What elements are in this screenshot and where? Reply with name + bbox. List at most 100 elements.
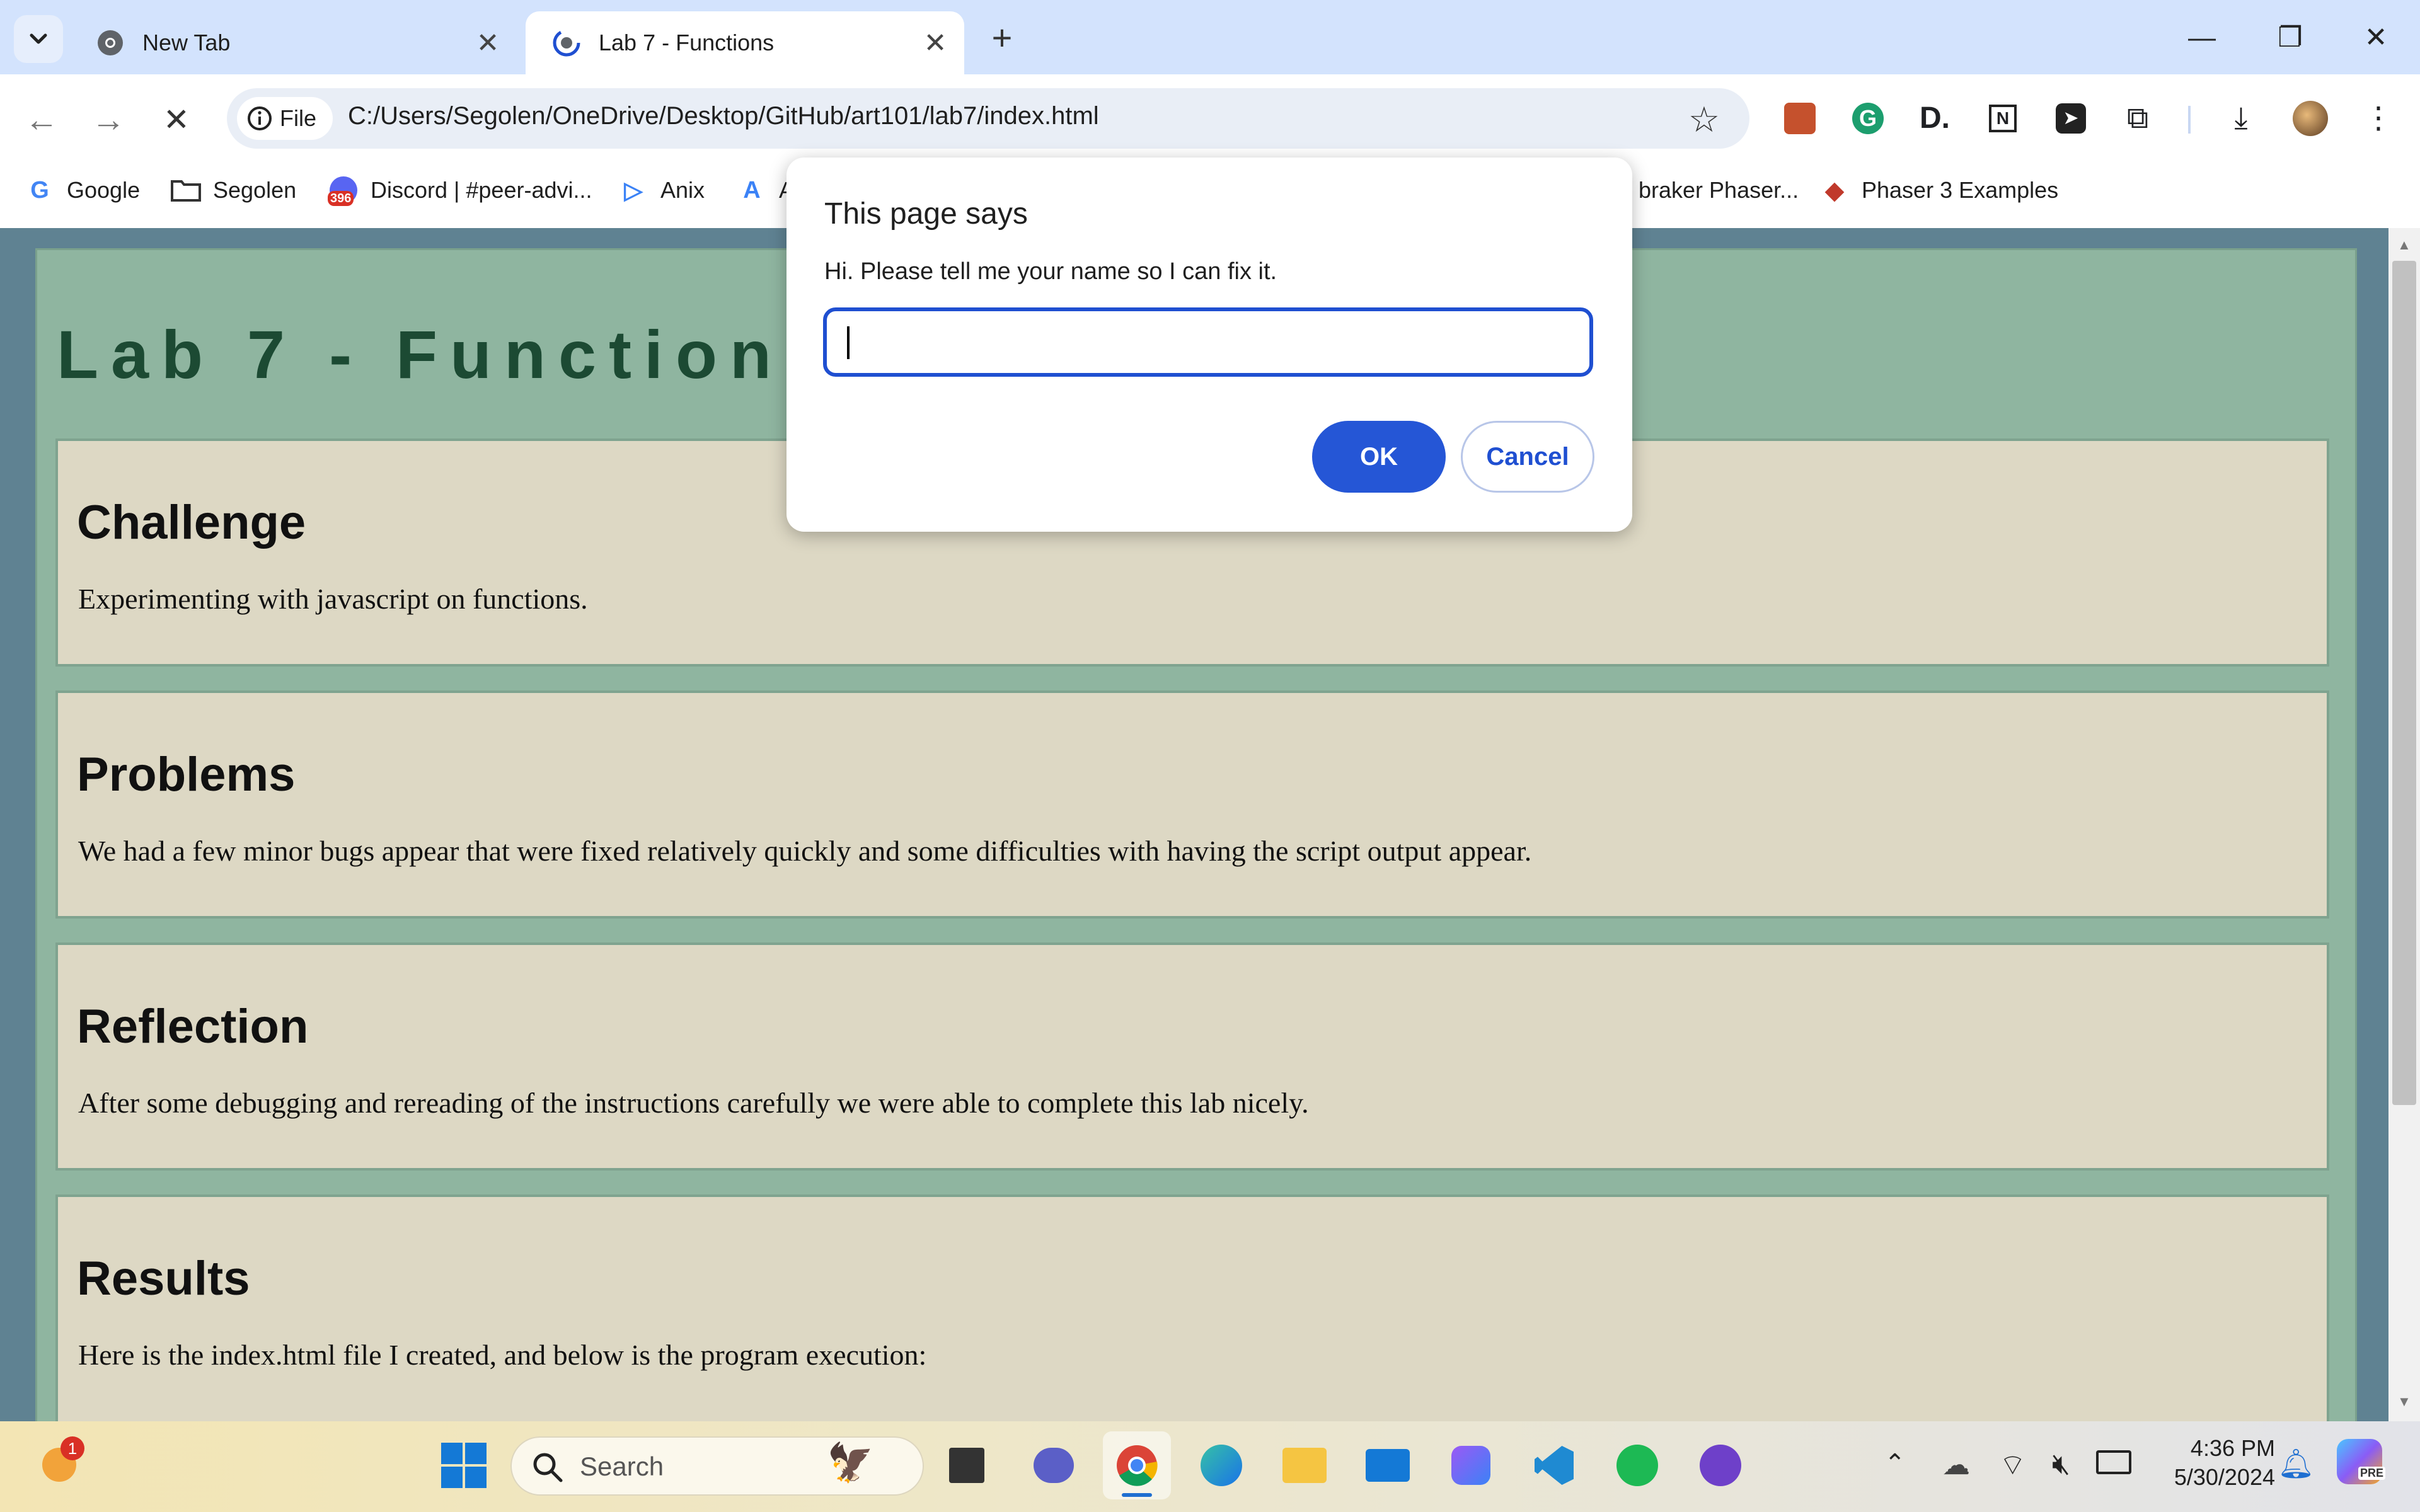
weather-widget[interactable]: 1 — [25, 1431, 93, 1499]
vscode-button[interactable] — [1520, 1431, 1588, 1499]
copilot-app-button[interactable] — [1437, 1431, 1505, 1499]
spotify-button[interactable] — [1603, 1431, 1671, 1499]
google-icon: G — [30, 176, 49, 203]
close-tab-icon[interactable]: ✕ — [469, 27, 507, 59]
stop-loading-button[interactable]: ✕ — [151, 94, 202, 145]
close-tab-icon[interactable]: ✕ — [916, 27, 954, 59]
github-icon — [1700, 1445, 1741, 1486]
section-text: Experimenting with javascript on functio… — [78, 583, 588, 615]
bookmark-label: Phaser 3 Examples — [1862, 177, 2059, 203]
profile-avatar[interactable] — [2290, 98, 2331, 139]
scroll-down-arrow[interactable]: ▼ — [2397, 1394, 2411, 1410]
info-icon — [248, 106, 272, 130]
notification-bell-icon[interactable]: 🔔︎ — [2278, 1446, 2314, 1481]
battery-icon[interactable] — [2096, 1450, 2131, 1474]
vscode-icon — [1535, 1446, 1574, 1485]
windows-logo-icon — [441, 1443, 487, 1488]
text-caret — [847, 326, 850, 359]
grammarly-icon[interactable]: G — [1848, 98, 1888, 139]
bookmark-breaker-phaser[interactable]: braker Phaser... — [1639, 171, 1799, 209]
menu-kebab-icon[interactable]: ⋮ — [2358, 98, 2399, 139]
a-app-icon: A — [743, 176, 761, 203]
clock-date[interactable]: 5/30/2024 — [2136, 1464, 2275, 1491]
volume-muted-icon[interactable]: 🔇︎ — [2052, 1446, 2070, 1482]
name-input[interactable] — [823, 307, 1593, 377]
close-window-button[interactable]: ✕ — [2332, 13, 2420, 63]
bookmark-anix[interactable]: ▷ Anix — [618, 171, 705, 209]
copilot-button[interactable]: PRE — [2337, 1439, 2386, 1484]
toolbar-divider — [2188, 106, 2191, 134]
site-info-chip[interactable]: File — [237, 97, 333, 140]
bookmark-label: Anix — [660, 177, 705, 203]
bookmark-label: Discord | #peer-advi... — [371, 177, 592, 203]
bookmark-a[interactable]: A A — [736, 171, 794, 209]
back-button[interactable]: ← — [16, 94, 67, 145]
taskbar-search[interactable]: Search 🦅 — [510, 1436, 924, 1496]
bookmark-label: braker Phaser... — [1639, 177, 1799, 203]
notification-badge: 396 — [328, 191, 354, 206]
file-explorer-button[interactable] — [1270, 1431, 1339, 1499]
section-text: After some debugging and rereading of th… — [78, 1087, 1309, 1119]
bookmark-google[interactable]: G Google — [24, 171, 140, 209]
extension-red-icon[interactable] — [1780, 98, 1820, 139]
hexagon-app-icon — [1451, 1446, 1490, 1485]
page-loading-icon — [553, 29, 580, 57]
url-text[interactable]: C:/Users/Segolen/OneDrive/Desktop/GitHub… — [348, 102, 1099, 130]
edge-taskbar-button[interactable] — [1187, 1431, 1255, 1499]
active-indicator — [1122, 1493, 1152, 1497]
forward-button[interactable]: → — [83, 94, 134, 145]
download-icon[interactable]: ⤓ — [2221, 98, 2261, 139]
bookmark-phaser3-examples[interactable]: ◆ Phaser 3 Examples — [1819, 171, 2058, 209]
onedrive-error-icon[interactable]: ☁ — [1942, 1449, 1970, 1481]
section-text: Here is the index.html file I created, a… — [78, 1339, 927, 1371]
minimize-button[interactable]: — — [2158, 13, 2246, 63]
chrome-taskbar-button[interactable] — [1103, 1431, 1171, 1499]
github-desktop-button[interactable] — [1686, 1431, 1754, 1499]
notion-icon[interactable]: N — [1983, 98, 2023, 139]
scheme-label: File — [280, 105, 317, 131]
tab-new-tab[interactable]: New Tab ✕ — [69, 11, 517, 74]
section-results: Results Here is the index.html file I cr… — [55, 1194, 2329, 1421]
section-heading: Reflection — [77, 1000, 309, 1053]
new-tab-button[interactable]: + — [983, 19, 1021, 57]
section-problems: Problems We had a few minor bugs appear … — [55, 690, 2329, 919]
tab-title: New Tab — [142, 30, 231, 55]
folder-icon — [170, 175, 202, 206]
bookmark-label: Google — [67, 177, 141, 203]
ok-button[interactable]: OK — [1312, 421, 1446, 493]
scrollbar-thumb[interactable] — [2392, 261, 2416, 1105]
weather-badge: 1 — [60, 1436, 84, 1460]
prompt-dialog: This page says Hi. Please tell me your n… — [786, 158, 1632, 532]
mail-icon — [1366, 1449, 1410, 1482]
search-label: Search — [580, 1452, 664, 1481]
discord-icon: 396 — [328, 175, 359, 206]
mail-button[interactable] — [1354, 1431, 1422, 1499]
folder-icon — [1282, 1448, 1327, 1483]
bookmark-discord[interactable]: 396 Discord | #peer-advi... — [328, 171, 592, 209]
cancel-button[interactable]: Cancel — [1461, 421, 1594, 493]
section-reflection: Reflection After some debugging and rere… — [55, 942, 2329, 1171]
tab-search-button[interactable] — [14, 15, 63, 63]
copilot-pre-badge: PRE — [2358, 1467, 2386, 1480]
dashlane-icon[interactable]: D. — [1915, 98, 1955, 139]
section-heading: Results — [77, 1252, 250, 1305]
edge-icon — [1201, 1445, 1242, 1486]
tab-title: Lab 7 - Functions — [599, 30, 775, 55]
teams-chat-button[interactable] — [1020, 1431, 1088, 1499]
restore-button[interactable]: ❐ — [2246, 13, 2334, 63]
start-button[interactable] — [430, 1431, 498, 1499]
bookmark-star-icon[interactable]: ☆ — [1681, 97, 1727, 142]
dialog-title: This page says — [824, 197, 1028, 231]
clock-time[interactable]: 4:36 PM — [2181, 1435, 2275, 1462]
dialog-message: Hi. Please tell me your name so I can fi… — [824, 258, 1277, 285]
scroll-up-arrow[interactable]: ▲ — [2397, 237, 2411, 253]
phaser-icon: ◆ — [1825, 177, 1844, 204]
chrome-icon — [98, 30, 123, 55]
task-view-button[interactable] — [933, 1431, 1001, 1499]
send-extension-icon[interactable]: ➤ — [2051, 98, 2091, 139]
wifi-icon[interactable]: ⌔ — [1999, 1446, 2026, 1483]
bookmark-folder-segolen[interactable]: Segolen — [170, 171, 296, 209]
tab-lab7-functions[interactable]: Lab 7 - Functions ✕ — [526, 11, 964, 74]
show-hidden-icons-chevron[interactable]: ⌃ — [1884, 1449, 1906, 1478]
extensions-puzzle-icon[interactable]: ⧉ — [2118, 98, 2158, 139]
